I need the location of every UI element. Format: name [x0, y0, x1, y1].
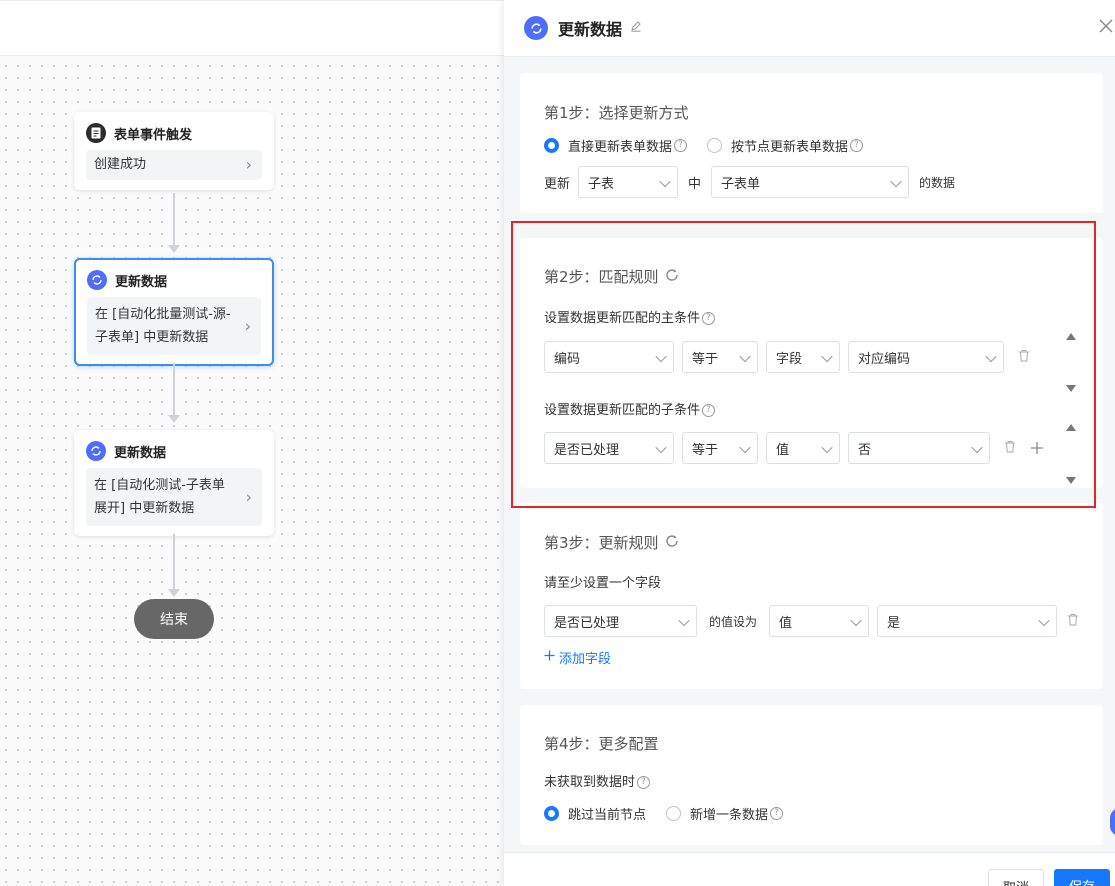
help-icon[interactable]: ? [770, 807, 784, 820]
end-node[interactable]: 结束 [134, 599, 214, 639]
drawer-header: 更新数据 [504, 0, 1115, 57]
radio-node-update[interactable]: 按节点更新表单数据? [707, 136, 864, 155]
rule-type-select[interactable]: 值 [769, 605, 870, 637]
radio-dot [666, 806, 682, 821]
chevron-right-icon: › [244, 316, 251, 336]
update-node-2-line2: 展开] 中更新数据 [94, 501, 195, 516]
plus-icon [544, 650, 555, 665]
middle-label: 中 [688, 176, 702, 192]
rule-field-select[interactable]: 是否已处理 [544, 605, 697, 637]
flow-canvas[interactable]: 表单事件触发 创建成功 › 更新数据 在 [自动化批量测试-源- 子表单] 中更… [0, 0, 504, 886]
rule-middle-label: 的值设为 [709, 614, 758, 629]
update-node-2[interactable]: 更新数据 在 [自动化测试-子表单 展开] 中更新数据 › [74, 430, 274, 536]
chevron-right-icon: › [245, 155, 252, 174]
help-icon[interactable]: ? [637, 776, 651, 789]
update-node-1[interactable]: 更新数据 在 [自动化批量测试-源- 子表单] 中更新数据 › [74, 258, 274, 366]
chevron-down-icon [678, 614, 690, 627]
chevron-down-icon [850, 614, 862, 627]
step1-card: 第1步：选择更新方式 直接更新表单数据? 按节点更新表单数据? 更新 子表 中 … [520, 73, 1103, 213]
no-data-label: 未获取到数据时? [544, 771, 651, 790]
chevron-down-icon [659, 175, 671, 188]
trigger-node-title: 表单事件触发 [114, 127, 193, 143]
update-node-1-title: 更新数据 [115, 274, 168, 290]
radio-add-record[interactable]: 新增一条数据? [666, 804, 784, 823]
pencil-icon[interactable] [630, 20, 642, 36]
canvas-toolbar [0, 0, 504, 56]
chevron-down-icon [890, 175, 902, 188]
radio-direct-update[interactable]: 直接更新表单数据? [544, 136, 688, 155]
arrow-down-icon [168, 415, 180, 423]
update-node-2-line1: 在 [自动化测试-子表单 [94, 478, 225, 493]
trigger-node-text: 创建成功 [94, 157, 147, 172]
sync-icon [524, 16, 548, 40]
connector-line [173, 193, 175, 245]
refresh-icon[interactable] [665, 534, 679, 552]
drawer-title: 更新数据 [558, 20, 623, 39]
trigger-node-body[interactable]: 创建成功 › [86, 150, 262, 180]
target-form-select[interactable]: 子表单 [711, 166, 910, 198]
trash-icon[interactable] [1065, 613, 1081, 630]
chevron-right-icon: › [245, 487, 252, 507]
help-icon[interactable]: ? [674, 139, 688, 152]
suffix-label: 的数据 [919, 175, 956, 190]
step4-title: 第4步：更多配置 [544, 735, 659, 753]
update-node-1-line1: 在 [自动化批量测试-源- [95, 307, 231, 322]
connector-line [173, 363, 175, 415]
sync-icon [87, 270, 107, 290]
rule-value-select[interactable]: 是 [877, 605, 1058, 637]
close-icon[interactable] [1099, 16, 1113, 38]
connector-line [173, 534, 175, 589]
radio-dot [707, 138, 723, 153]
arrow-down-icon [168, 589, 180, 597]
update-node-2-title: 更新数据 [114, 445, 167, 461]
cancel-button[interactable]: 取消 [988, 869, 1044, 886]
chevron-down-icon [1038, 614, 1050, 627]
highlight-box [511, 221, 1096, 508]
add-field-button[interactable]: 添加字段 [544, 648, 611, 667]
step3-hint: 请至少设置一个字段 [544, 576, 662, 591]
step3-title: 第3步：更新规则 [544, 532, 679, 553]
save-button[interactable]: 保存 [1054, 869, 1110, 886]
update-node-1-line2: 子表单] 中更新数据 [95, 330, 209, 345]
document-icon [86, 123, 106, 143]
radio-dot-checked [544, 806, 559, 821]
trigger-node[interactable]: 表单事件触发 创建成功 › [74, 112, 274, 190]
update-node-1-body[interactable]: 在 [自动化批量测试-源- 子表单] 中更新数据 › [87, 297, 261, 355]
update-field-select[interactable]: 子表 [578, 166, 679, 198]
help-icon[interactable]: ? [850, 139, 864, 152]
drawer-footer: 取消 保存 [504, 852, 1115, 886]
update-node-2-body[interactable]: 在 [自动化测试-子表单 展开] 中更新数据 › [86, 468, 262, 526]
step4-card: 第4步：更多配置 未获取到数据时? 跳过当前节点 新增一条数据? [520, 705, 1103, 845]
update-prefix-label: 更新 [544, 176, 571, 192]
radio-skip-node[interactable]: 跳过当前节点 [544, 804, 646, 823]
step1-title: 第1步：选择更新方式 [544, 104, 689, 122]
sync-icon [86, 441, 106, 461]
radio-dot-checked [544, 138, 559, 153]
step3-card: 第3步：更新规则 请至少设置一个字段 是否已处理 的值设为 值 是 添加字段 [520, 503, 1103, 689]
arrow-down-icon [168, 245, 180, 253]
